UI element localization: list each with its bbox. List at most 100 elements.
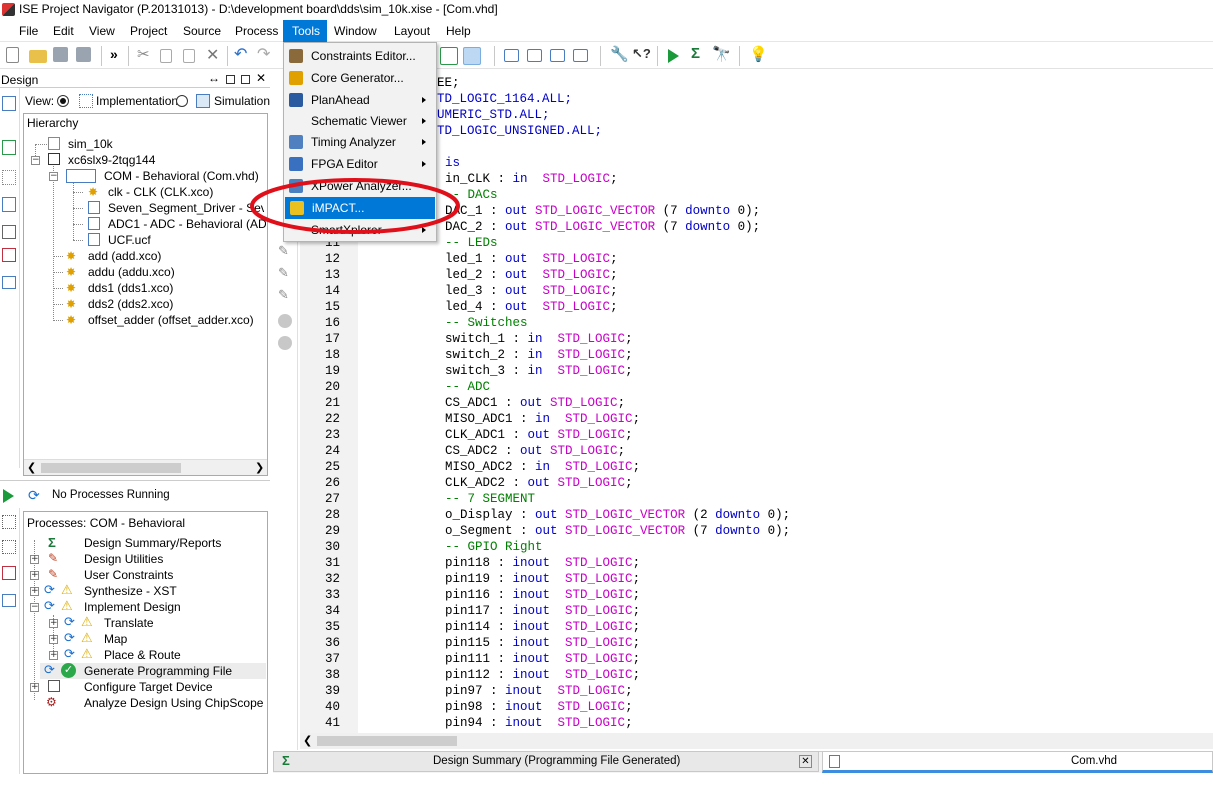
collapse-toggle[interactable]: − — [49, 172, 58, 181]
radio-implementation[interactable] — [57, 95, 69, 107]
menu-edit[interactable]: Edit — [53, 24, 74, 38]
process-synthesize[interactable]: ⟳ ⚠ Synthesize - XST — [40, 582, 266, 599]
scroll-left-icon[interactable]: ❮ — [303, 734, 312, 747]
expand-toggle[interactable]: + — [49, 619, 58, 628]
copy-icon[interactable] — [160, 49, 172, 63]
run-process-icon[interactable] — [3, 489, 14, 503]
tree-item-dds1[interactable]: ✸ dds1 (dds1.xco) — [64, 280, 264, 296]
editor-scroll-thumb[interactable] — [317, 736, 457, 746]
tree-item-dds2[interactable]: ✸ dds2 (dds2.xco) — [64, 296, 264, 312]
redo-icon[interactable]: ↷ — [257, 44, 270, 64]
delete-icon[interactable]: ✕ — [206, 45, 219, 65]
tree-item-addu[interactable]: ✸ addu (addu.xco) — [64, 264, 264, 280]
save-all-icon[interactable] — [76, 47, 91, 62]
hierarchy-icon[interactable] — [2, 170, 16, 185]
nav-forward-icon[interactable] — [278, 336, 292, 350]
tools-menu-item-1[interactable]: Core Generator... — [284, 67, 436, 89]
cascade-windows-icon[interactable] — [504, 49, 519, 62]
table-icon[interactable] — [2, 276, 16, 289]
window-icon[interactable] — [573, 49, 588, 62]
tree-item-ucf[interactable]: UCF.ucf — [84, 232, 264, 248]
tree-item-add[interactable]: ✸ add (add.xco) — [64, 248, 264, 264]
tab-com-vhd[interactable]: Com.vhd — [822, 751, 1213, 773]
process-translate[interactable]: ⟳ ⚠ Translate — [60, 614, 266, 631]
scroll-right-icon[interactable]: ❯ — [255, 461, 264, 474]
check-icon[interactable] — [2, 248, 16, 262]
tree-item-adc1[interactable]: ADC1 - ADC - Behavioral (ADC — [84, 216, 266, 232]
menu-layout[interactable]: Layout — [394, 24, 430, 38]
summary-sigma-icon[interactable]: Σ — [691, 45, 700, 62]
process-table-icon[interactable] — [2, 594, 16, 607]
tab-design-summary[interactable]: Σ Design Summary (Programming File Gener… — [273, 751, 819, 772]
tools-menu-item-0[interactable]: Constraints Editor... — [284, 45, 436, 67]
expand-toggle[interactable]: + — [30, 683, 39, 692]
tree-item-sim_10k[interactable]: sim_10k — [44, 136, 264, 152]
tile-horizontal-icon[interactable] — [527, 49, 542, 62]
library-icon[interactable] — [2, 225, 16, 239]
menu-help[interactable]: Help — [446, 24, 471, 38]
tree-item-offset-adder[interactable]: ✸ offset_adder (offset_adder.xco) — [64, 312, 264, 328]
process-map[interactable]: ⟳ ⚠ Map — [60, 630, 266, 647]
tree-item-clk[interactable]: ✸ clk - CLK (CLK.xco) — [84, 184, 264, 200]
editor-hscrollbar[interactable]: ❮ — [300, 733, 1213, 749]
tools-menu-item-6[interactable]: XPower Analyzer... — [284, 175, 436, 197]
add-source-icon[interactable] — [2, 96, 16, 111]
float-panel-icon[interactable]: ↔ — [208, 71, 220, 85]
tools-menu-item-5[interactable]: FPGA Editor — [284, 153, 436, 175]
new-file-icon[interactable] — [6, 47, 19, 63]
undo-icon[interactable]: ↶ — [234, 44, 247, 64]
hierarchy-hscrollbar[interactable]: ❮ ❯ — [24, 459, 267, 475]
tile-vertical-icon[interactable] — [550, 49, 565, 62]
open-folder-icon[interactable] — [29, 50, 47, 63]
expand-toggle[interactable]: + — [30, 571, 39, 580]
paste-icon[interactable] — [183, 49, 195, 63]
menu-project[interactable]: Project — [130, 24, 167, 38]
collapse-toggle[interactable]: − — [30, 603, 39, 612]
tree-item-device[interactable]: xc6slx9-2tqg144 — [44, 152, 264, 168]
restore-panel-icon[interactable] — [241, 75, 250, 84]
tools-menu-item-3[interactable]: Schematic Viewer — [284, 110, 436, 132]
process-design-summary[interactable]: Σ Design Summary/Reports — [40, 535, 266, 551]
close-panel-icon[interactable]: ✕ — [256, 71, 266, 85]
process-check-icon[interactable] — [2, 566, 16, 580]
properties-icon[interactable] — [2, 197, 16, 212]
process-design-utilities[interactable]: ✎ Design Utilities — [40, 551, 266, 567]
save-icon[interactable] — [53, 47, 68, 62]
process-hierarchy-icon[interactable] — [2, 540, 16, 554]
menu-view[interactable]: View — [89, 24, 115, 38]
expand-toggle[interactable]: + — [49, 635, 58, 644]
wrench-icon[interactable]: 🔧 — [610, 45, 629, 63]
radio-simulation[interactable] — [176, 95, 188, 107]
telescope-icon[interactable]: 🔭 — [712, 45, 731, 63]
refresh-icon[interactable] — [440, 47, 458, 65]
process-analyze-chipscope[interactable]: ⚙ Analyze Design Using ChipScope — [40, 695, 266, 711]
menu-file[interactable]: File — [19, 24, 38, 38]
expand-toggle[interactable]: + — [30, 555, 39, 564]
add-copy-source-icon[interactable] — [2, 140, 16, 155]
scroll-thumb[interactable] — [41, 463, 181, 473]
lightbulb-icon[interactable]: 💡 — [749, 45, 768, 63]
tree-item-com-behavioral[interactable]: COM - Behavioral (Com.vhd) — [62, 168, 266, 184]
tools-menu-item-4[interactable]: Timing Analyzer — [284, 131, 436, 153]
help-cursor-icon[interactable]: ↖? — [632, 46, 651, 62]
cut-icon[interactable]: ✂ — [137, 45, 150, 63]
scroll-left-icon[interactable]: ❮ — [27, 461, 36, 474]
highlight-icon[interactable] — [463, 47, 481, 65]
collapse-toggle[interactable]: − — [31, 156, 40, 165]
tools-menu-item-8[interactable]: SmartXplorer — [284, 219, 436, 241]
tab-close-icon[interactable]: ✕ — [799, 755, 812, 768]
editor-tool-icon[interactable]: ✎ — [278, 243, 289, 259]
menu-window[interactable]: Window — [334, 24, 377, 38]
expand-toggle[interactable]: + — [49, 651, 58, 660]
process-implement-design[interactable]: ⟳ ⚠ Implement Design — [40, 598, 266, 615]
toolbar-overflow-icon[interactable]: » — [110, 46, 118, 62]
tree-item-seven-segment[interactable]: Seven_Segment_Driver - Seve — [84, 200, 264, 216]
process-configure-target-device[interactable]: Configure Target Device — [40, 679, 266, 695]
tools-menu-item-2[interactable]: PlanAhead — [284, 89, 436, 111]
nav-back-icon[interactable] — [278, 314, 292, 328]
process-user-constraints[interactable]: ✎ User Constraints — [40, 567, 266, 583]
editor-tool-icon[interactable]: ✎ — [278, 287, 289, 303]
menu-source[interactable]: Source — [183, 24, 221, 38]
expand-toggle[interactable]: + — [30, 587, 39, 596]
process-properties-icon[interactable] — [2, 515, 16, 529]
